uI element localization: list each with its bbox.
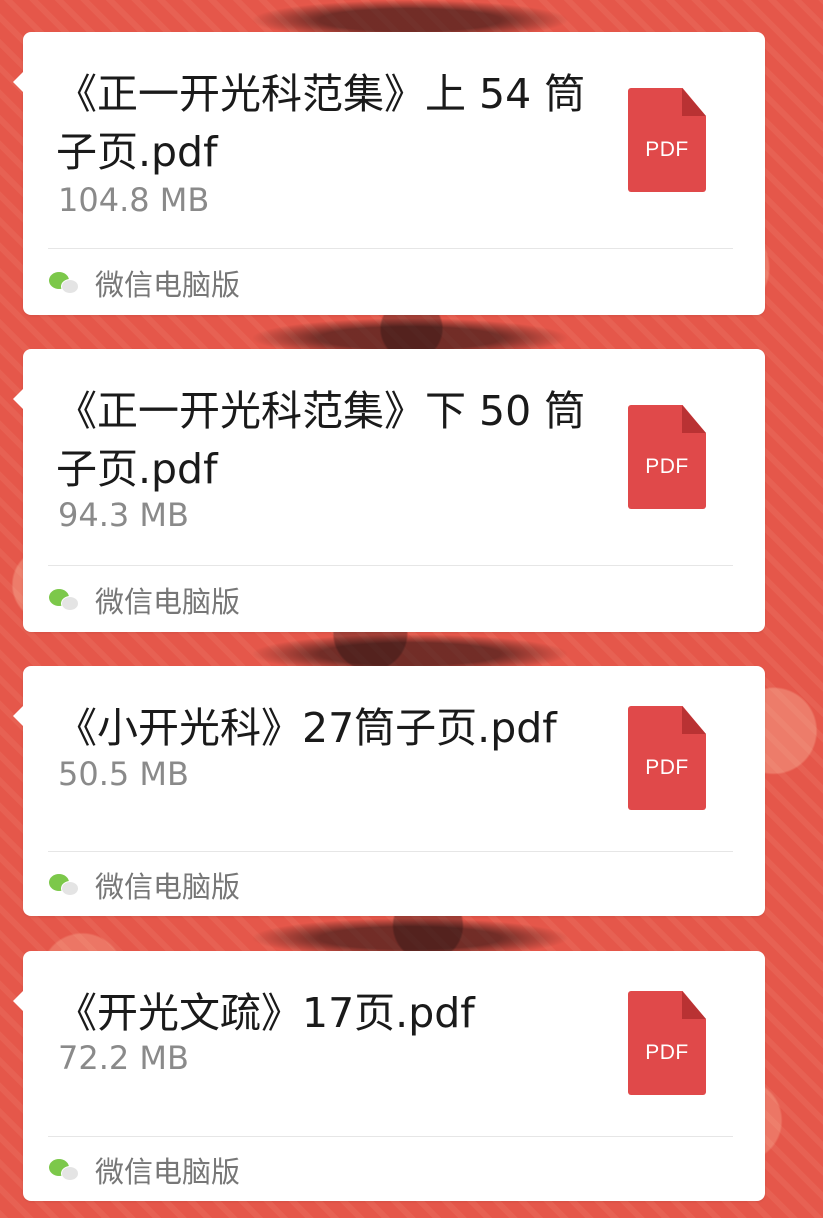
wechat-icon (49, 587, 81, 613)
divider (48, 248, 733, 249)
pdf-file-icon: PDF (628, 88, 706, 192)
source-label: 微信电脑版 (95, 870, 241, 904)
file-message-card[interactable]: 《正一开光科范集》下 50 筒子页.pdf 94.3 MB PDF 微信电脑版 (13, 349, 765, 632)
pdf-icon-label: PDF (645, 1041, 689, 1064)
wechat-icon (49, 872, 81, 898)
pdf-icon-label: PDF (645, 756, 689, 779)
source-label: 微信电脑版 (95, 585, 241, 619)
wechat-icon (49, 270, 81, 296)
pdf-icon-label: PDF (645, 455, 689, 478)
file-message-card[interactable]: 《小开光科》27筒子页.pdf 50.5 MB PDF 微信电脑版 (13, 666, 765, 916)
file-name: 《小开光科》27筒子页.pdf (56, 704, 557, 752)
file-name: 《开光文疏》17页.pdf (56, 989, 475, 1037)
file-size: 104.8 MB (58, 181, 210, 219)
message-source: 微信电脑版 (49, 865, 240, 905)
source-label: 微信电脑版 (95, 1155, 241, 1189)
file-name: 《正一开光科范集》下 50 筒子页.pdf (56, 387, 586, 493)
pdf-file-icon: PDF (628, 991, 706, 1095)
divider (48, 1136, 733, 1137)
pdf-file-icon: PDF (628, 706, 706, 810)
file-message-card[interactable]: 《开光文疏》17页.pdf 72.2 MB PDF 微信电脑版 (13, 951, 765, 1201)
message-source: 微信电脑版 (49, 1150, 240, 1190)
file-size: 94.3 MB (58, 496, 189, 534)
pdf-icon-label: PDF (645, 138, 689, 161)
message-source: 微信电脑版 (49, 580, 240, 620)
file-size: 72.2 MB (58, 1039, 189, 1077)
file-size: 50.5 MB (58, 755, 189, 793)
pdf-file-icon: PDF (628, 405, 706, 509)
source-label: 微信电脑版 (95, 268, 241, 302)
file-name: 《正一开光科范集》上 54 筒子页.pdf (56, 70, 586, 176)
message-source: 微信电脑版 (49, 263, 240, 303)
wechat-icon (49, 1157, 81, 1183)
divider (48, 851, 733, 852)
file-message-card[interactable]: 《正一开光科范集》上 54 筒子页.pdf 104.8 MB PDF 微信电脑版 (13, 32, 765, 315)
divider (48, 565, 733, 566)
